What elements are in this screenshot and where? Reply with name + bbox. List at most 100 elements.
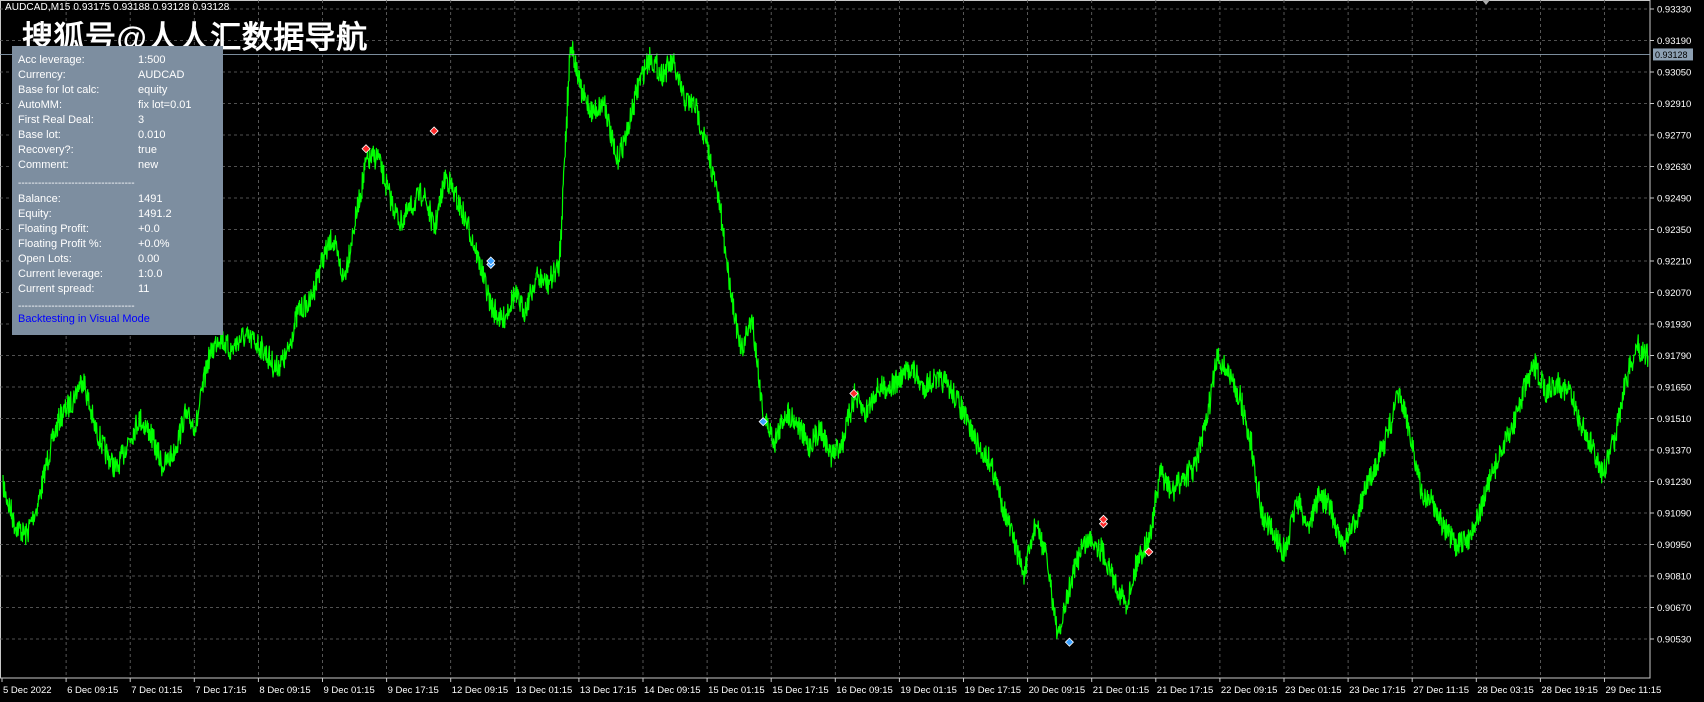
info-row: Acc leverage: 1:500: [18, 53, 218, 68]
shift-marker-icon[interactable]: [1482, 0, 1490, 5]
info-row: Currency: AUDCAD: [18, 68, 218, 83]
x-tick-label: 19 Dec 17:15: [965, 685, 1022, 696]
info-row: Current spread: 11: [18, 282, 218, 297]
x-tick-label: 21 Dec 17:15: [1157, 685, 1214, 696]
current-price-label: 0.93128: [1655, 50, 1688, 60]
y-tick-label: 0.91370: [1657, 446, 1691, 457]
info-key: Floating Profit %:: [18, 238, 102, 250]
x-tick-label: 21 Dec 01:15: [1093, 685, 1150, 696]
info-row: Equity: 1491.2: [18, 207, 218, 222]
y-tick-label: 0.90530: [1657, 635, 1691, 646]
x-tick-label: 23 Dec 01:15: [1285, 685, 1342, 696]
x-tick-label: 13 Dec 01:15: [516, 685, 573, 696]
x-tick-label: 27 Dec 11:15: [1413, 685, 1469, 696]
y-tick-label: 0.93050: [1657, 68, 1691, 79]
buy-arrow-icon[interactable]: [1064, 637, 1074, 647]
info-value: +0.0: [138, 223, 160, 235]
x-tick-label: 28 Dec 19:15: [1541, 685, 1598, 696]
y-tick-label: 0.92070: [1657, 288, 1691, 299]
x-tick-label: 29 Dec 11:15: [1606, 685, 1662, 696]
info-key: Current spread:: [18, 283, 95, 295]
y-tick-label: 0.91510: [1657, 414, 1691, 425]
y-tick-label: 0.93190: [1657, 36, 1691, 47]
price-line: [2, 41, 1649, 640]
info-row: Base lot: 0.010: [18, 128, 218, 143]
info-row: Current leverage: 1:0.0: [18, 267, 218, 282]
x-tick-label: 8 Dec 09:15: [259, 685, 310, 696]
x-tick-label: 5 Dec 2022: [3, 685, 52, 696]
info-value: 1:500: [138, 54, 166, 66]
info-value: 11: [138, 283, 150, 295]
x-tick-label: 6 Dec 09:15: [67, 685, 118, 696]
x-tick-label: 7 Dec 17:15: [195, 685, 246, 696]
ea-info-panel: Backtesting in Visual Mode Acc leverage:…: [12, 46, 223, 335]
info-row: Floating Profit: +0.0: [18, 222, 218, 237]
x-tick-label: 28 Dec 03:15: [1477, 685, 1534, 696]
y-tick-label: 0.92910: [1657, 99, 1691, 110]
chart-grid: [0, 0, 1651, 679]
y-tick-label: 0.92490: [1657, 194, 1691, 205]
info-key: Currency:: [18, 69, 66, 81]
sell-arrow-icon[interactable]: [361, 144, 371, 154]
info-row: Comment: new: [18, 158, 218, 173]
info-value: fix lot=0.01: [138, 99, 192, 111]
sell-arrow-icon[interactable]: [849, 388, 859, 399]
y-tick-label: 0.91650: [1657, 383, 1691, 394]
info-row: AutoMM: fix lot=0.01: [18, 98, 218, 113]
info-key: Equity:: [18, 208, 52, 220]
y-tick-label: 0.90670: [1657, 603, 1691, 614]
info-row: Floating Profit %: +0.0%: [18, 237, 218, 252]
info-key: Recovery?:: [18, 144, 74, 156]
time-axis: 5 Dec 2022 6 Dec 09:15 7 Dec 01:15 7 Dec 17…: [1, 678, 1662, 696]
info-row: Base for lot calc: equity: [18, 83, 218, 98]
info-value: AUDCAD: [138, 69, 185, 81]
y-tick-label: 0.91930: [1657, 320, 1691, 331]
sell-arrow-icon[interactable]: [429, 126, 439, 136]
y-tick-label: 0.93330: [1657, 5, 1691, 16]
price-axis: 0.93330 0.93190 0.93050 0.92910 0.92770 0.926…: [0, 5, 1693, 646]
info-value: 0.00: [138, 253, 160, 265]
y-tick-label: 0.92210: [1657, 257, 1691, 268]
info-key: AutoMM:: [18, 99, 63, 111]
y-tick-label: 0.90950: [1657, 540, 1691, 551]
y-tick-label: 0.90810: [1657, 572, 1691, 583]
info-value: 1491.2: [138, 208, 172, 220]
info-key: Current leverage:: [18, 268, 103, 280]
backtesting-mode-link[interactable]: Backtesting in Visual Mode: [18, 312, 150, 327]
info-row: Recovery?: true: [18, 143, 218, 158]
info-value: +0.0%: [138, 238, 170, 250]
x-tick-label: 13 Dec 17:15: [580, 685, 637, 696]
price-chart[interactable]: 0.93330 0.93190 0.93050 0.92910 0.92770 0.926…: [0, 0, 1704, 702]
x-tick-label: 20 Dec 09:15: [1029, 685, 1086, 696]
y-tick-label: 0.92350: [1657, 225, 1691, 236]
info-row: Balance: 1491: [18, 192, 218, 207]
info-value: 1:0.0: [138, 268, 163, 280]
x-tick-label: 9 Dec 17:15: [388, 685, 439, 696]
info-row: First Real Deal: 3: [18, 113, 218, 128]
x-tick-label: 15 Dec 01:15: [708, 685, 765, 696]
info-key: Floating Profit:: [18, 223, 89, 235]
info-key: Comment:: [18, 159, 69, 171]
info-separator: -----------------------------------: [18, 178, 135, 189]
info-value: equity: [138, 84, 168, 96]
info-value: 0.010: [138, 129, 166, 141]
x-tick-label: 23 Dec 17:15: [1349, 685, 1406, 696]
x-tick-label: 7 Dec 01:15: [131, 685, 182, 696]
info-key: Acc leverage:: [18, 54, 85, 66]
info-value: new: [138, 159, 159, 171]
info-value: true: [138, 144, 157, 156]
info-key: Base lot:: [18, 129, 61, 141]
info-key: Open Lots:: [18, 253, 72, 265]
info-separator: -----------------------------------: [18, 301, 135, 312]
y-tick-label: 0.91790: [1657, 351, 1691, 362]
info-value: 1491: [138, 193, 163, 205]
info-row: Open Lots: 0.00: [18, 252, 218, 267]
y-tick-label: 0.91090: [1657, 509, 1691, 520]
price-series: [2, 41, 1649, 640]
info-value: 3: [138, 114, 145, 126]
y-tick-label: 0.92770: [1657, 131, 1691, 142]
y-tick-label: 0.92630: [1657, 162, 1691, 173]
x-tick-label: 16 Dec 09:15: [836, 685, 893, 696]
trade-markers: [361, 126, 1154, 647]
x-tick-label: 9 Dec 01:15: [324, 685, 375, 696]
